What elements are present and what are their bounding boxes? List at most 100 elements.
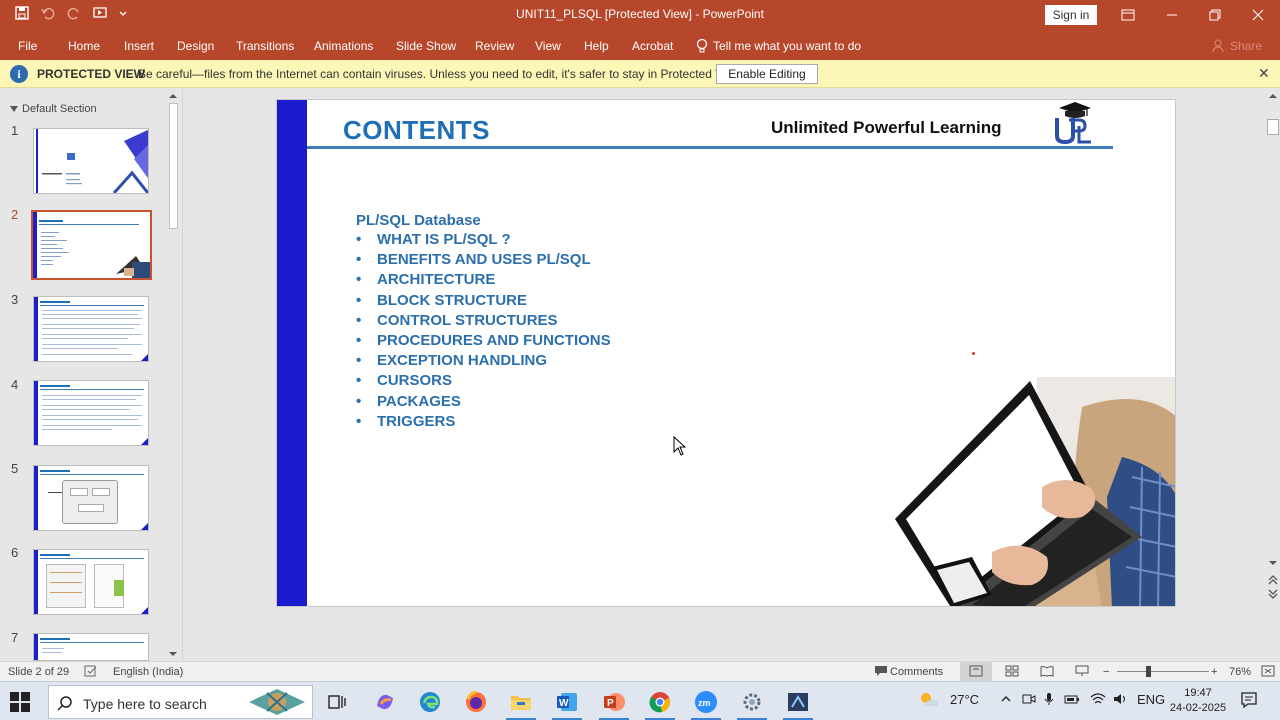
language-indicator[interactable]: English (India) [113,666,183,678]
comments-button[interactable]: Comments [890,666,943,678]
edge-browser-icon[interactable] [418,690,442,714]
slide-thumbnail-1[interactable] [33,128,149,194]
reading-view-icon[interactable] [1040,665,1054,680]
red-dot-mark [972,352,975,355]
chrome-icon[interactable] [648,690,672,714]
enable-editing-button[interactable]: Enable Editing [716,64,818,84]
svg-text:W: W [559,698,569,709]
title-bar: UNIT11_PLSQL [Protected View] - PowerPoi… [0,0,1280,30]
tell-me-search[interactable]: Tell me what you want to do [696,38,861,54]
zoom-slider-track[interactable] [1117,671,1209,672]
sign-in-button[interactable]: Sign in [1045,5,1097,25]
undo-icon[interactable] [40,5,56,21]
previous-slide-icon[interactable] [1265,574,1280,586]
slide-thumbnail-3[interactable] [33,296,149,362]
tab-animations[interactable]: Animations [314,39,373,53]
info-icon: i [10,65,28,83]
search-highlight-image [249,689,305,715]
firefox-icon[interactable] [464,690,488,714]
tab-acrobat[interactable]: Acrobat [632,39,673,53]
slide-editing-area: CONTENTS Unlimited Powerful Learning PL/… [184,89,1280,661]
slide-thumbnail-7[interactable] [33,633,149,661]
slide-thumbnail-6[interactable] [33,549,149,615]
share-button[interactable]: Share [1212,39,1262,53]
scroll-thumb[interactable] [169,103,178,229]
scroll-thumb[interactable] [1267,119,1279,135]
windows-taskbar: Type here to search W P zm 27°C ENG 19:4… [0,681,1280,720]
slide-counter: Slide 2 of 29 [8,666,70,678]
show-hidden-icons-icon[interactable] [1000,692,1012,709]
file-explorer-icon[interactable] [509,690,533,714]
close-bar-icon[interactable]: ✕ [1258,65,1270,82]
slide-1-graphic [42,129,148,193]
slide-content: PL/SQL Database • WHAT IS PL/SQL ? • BENEF… [356,212,611,432]
microphone-icon[interactable] [1043,692,1055,709]
weather-icon[interactable] [918,690,940,713]
minimize-icon[interactable] [1150,0,1194,30]
taskbar-clock[interactable]: 19:47 24-02-2025 [1169,686,1227,716]
copilot-icon[interactable] [373,690,397,714]
ribbon-display-options-icon[interactable] [1106,0,1150,30]
section-header[interactable]: Default Section [10,103,97,115]
quick-access-toolbar [14,5,128,21]
restore-icon[interactable] [1193,0,1237,30]
settings-app-icon[interactable] [740,690,764,714]
sql-developer-icon[interactable] [786,690,810,714]
wifi-icon[interactable] [1090,692,1106,709]
tab-slide-show[interactable]: Slide Show [396,39,456,53]
editing-vertical-scrollbar[interactable] [1265,89,1280,661]
list-item: • PROCEDURES AND FUNCTIONS [356,331,611,349]
zoom-in-icon[interactable]: + [1211,666,1217,678]
normal-view-icon[interactable] [960,662,992,681]
tab-view[interactable]: View [535,39,561,53]
volume-icon[interactable] [1112,692,1128,709]
windows-start-icon[interactable] [10,692,30,712]
slides-pane-scrollbar[interactable] [166,89,180,661]
powerpoint-icon[interactable]: P [602,690,626,714]
slide-sorter-icon[interactable] [1005,665,1019,680]
input-language[interactable]: ENG [1137,692,1165,707]
spelling-check-icon[interactable] [84,665,98,680]
scroll-down-icon[interactable] [166,649,180,659]
tab-design[interactable]: Design [177,39,214,53]
scroll-up-icon[interactable] [1265,91,1280,101]
start-from-beginning-icon[interactable] [92,5,108,21]
zoom-app-icon[interactable]: zm [694,690,718,714]
slide-thumbnail-4[interactable] [33,380,149,446]
zoom-slider-thumb[interactable] [1146,666,1151,677]
slide-number: 6 [11,545,19,560]
tab-review[interactable]: Review [475,39,514,53]
zoom-level[interactable]: 76% [1229,666,1251,678]
tab-home[interactable]: Home [68,39,100,53]
notifications-icon[interactable] [1240,691,1258,712]
scroll-up-icon[interactable] [166,91,180,101]
list-item: • CONTROL STRUCTURES [356,311,558,329]
weather-temperature[interactable]: 27°C [950,692,979,707]
current-slide[interactable]: CONTENTS Unlimited Powerful Learning PL/… [276,99,1176,607]
laptop-user-illustration [895,377,1175,606]
lightbulb-icon [696,38,708,53]
battery-icon[interactable] [1064,692,1080,709]
scroll-down-icon[interactable] [1265,558,1280,568]
close-icon[interactable] [1236,0,1280,30]
meet-now-icon[interactable] [1022,692,1036,709]
redo-icon[interactable] [66,5,82,21]
slide-thumbnail-5[interactable] [33,465,149,531]
customize-qat-icon[interactable] [118,5,128,21]
tab-file[interactable]: File [18,39,37,53]
next-slide-icon[interactable] [1265,588,1280,600]
task-view-icon[interactable] [325,690,349,714]
slide-show-icon[interactable] [1075,665,1089,680]
save-icon[interactable] [14,5,30,21]
tab-insert[interactable]: Insert [124,39,154,53]
tab-transitions[interactable]: Transitions [236,39,294,53]
list-item: • TRIGGERS [356,412,456,430]
search-placeholder: Type here to search [83,696,207,712]
zoom-out-icon[interactable]: − [1103,666,1109,678]
slide-thumbnail-2[interactable] [31,210,152,280]
mouse-cursor-icon [673,436,687,456]
word-icon[interactable]: W [555,690,579,714]
taskbar-search-box[interactable]: Type here to search [48,685,313,719]
tab-help[interactable]: Help [584,39,609,53]
fit-slide-icon[interactable] [1261,665,1275,680]
